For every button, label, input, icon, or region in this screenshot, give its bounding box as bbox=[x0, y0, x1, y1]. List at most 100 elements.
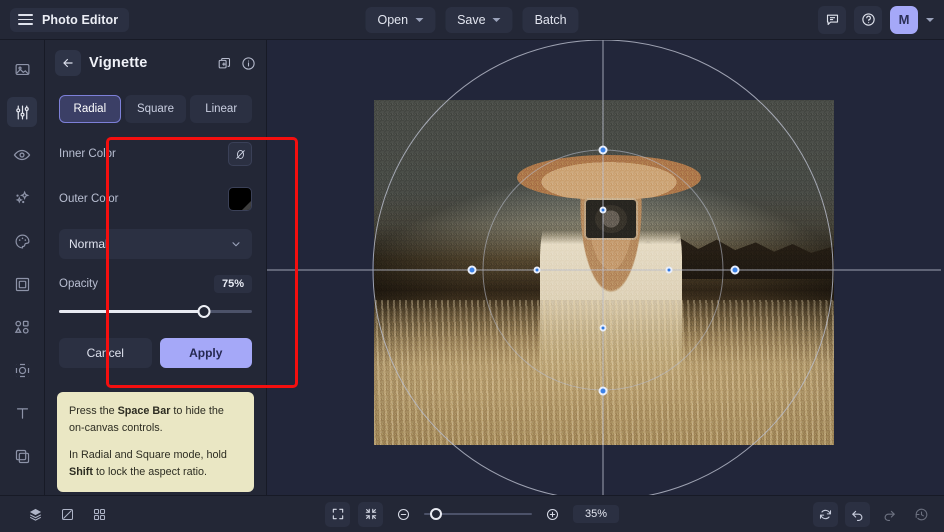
tip-line-2: In Radial and Square mode, hold Shift to… bbox=[69, 447, 242, 480]
mode-linear-button[interactable]: Linear bbox=[190, 95, 252, 123]
zoom-slider[interactable] bbox=[424, 507, 532, 521]
layers-icon bbox=[28, 507, 43, 522]
sidebar-item-color[interactable] bbox=[7, 226, 37, 256]
inner-bottom-handle[interactable] bbox=[600, 325, 607, 332]
compare-button[interactable] bbox=[55, 502, 80, 527]
chevron-down-icon bbox=[493, 18, 501, 22]
photo-editor-window: Photo Editor Open Save Batch bbox=[0, 0, 944, 532]
open-button[interactable]: Open bbox=[365, 7, 435, 33]
editor-body: Vignette bbox=[0, 40, 944, 495]
sidebar-item-eye[interactable] bbox=[7, 140, 37, 170]
undo-icon bbox=[850, 507, 865, 522]
zoom-level-value[interactable]: 35% bbox=[573, 505, 619, 523]
inner-right-handle[interactable] bbox=[666, 267, 673, 274]
sparkles-icon bbox=[14, 190, 31, 207]
help-circle-icon bbox=[861, 12, 876, 27]
fit-screen-button[interactable] bbox=[325, 502, 350, 527]
tip-box: Press the Space Bar to hide the on-canva… bbox=[57, 392, 254, 492]
opacity-slider[interactable] bbox=[59, 304, 252, 318]
fit-content-button[interactable] bbox=[358, 502, 383, 527]
zoom-controls: 35% bbox=[325, 502, 619, 527]
eye-icon bbox=[13, 146, 31, 164]
outer-left-handle[interactable] bbox=[468, 266, 477, 275]
opacity-slider-thumb[interactable] bbox=[197, 305, 210, 318]
sidebar-item-shapes[interactable] bbox=[7, 312, 37, 342]
save-button[interactable]: Save bbox=[445, 7, 513, 33]
center-handle[interactable] bbox=[600, 207, 607, 214]
redo-button[interactable] bbox=[877, 502, 902, 527]
sidebar-item-image[interactable] bbox=[7, 54, 37, 84]
layers-button[interactable] bbox=[23, 502, 48, 527]
opacity-slider-fill bbox=[59, 310, 204, 313]
redo-icon bbox=[882, 507, 897, 522]
chevron-down-icon bbox=[415, 18, 423, 22]
save-label: Save bbox=[457, 13, 486, 27]
canvas-area[interactable] bbox=[267, 40, 944, 495]
outer-color-swatch[interactable] bbox=[228, 187, 252, 211]
inner-color-label: Inner Color bbox=[59, 148, 116, 160]
sidebar-item-frame[interactable] bbox=[7, 269, 37, 299]
app-title: Photo Editor bbox=[42, 13, 118, 27]
info-icon bbox=[241, 56, 256, 71]
duplicate-button[interactable] bbox=[217, 56, 232, 71]
cancel-button[interactable]: Cancel bbox=[59, 338, 152, 368]
sidebar-item-adjust[interactable] bbox=[7, 97, 37, 127]
zoom-in-button[interactable] bbox=[540, 502, 565, 527]
top-toolbar: Photo Editor Open Save Batch bbox=[0, 0, 944, 40]
no-color-icon bbox=[234, 148, 247, 161]
inner-color-swatch[interactable] bbox=[228, 142, 252, 166]
tip-2-after: to lock the aspect ratio. bbox=[93, 466, 207, 478]
avatar[interactable]: M bbox=[890, 6, 918, 34]
tip-2-before: In Radial and Square mode, hold bbox=[69, 449, 227, 461]
chat-icon bbox=[825, 12, 840, 27]
duplicate-icon bbox=[217, 56, 232, 71]
page-title: Vignette bbox=[89, 55, 148, 71]
arrow-left-icon bbox=[61, 56, 75, 70]
open-label: Open bbox=[377, 13, 408, 27]
blend-mode-value: Normal bbox=[69, 237, 108, 251]
feedback-button[interactable] bbox=[818, 6, 846, 34]
panel-header: Vignette bbox=[45, 40, 266, 86]
batch-button[interactable]: Batch bbox=[523, 7, 579, 33]
vignette-controls: Radial Square Linear Inner Color Outer C… bbox=[45, 86, 266, 368]
history-button[interactable] bbox=[909, 502, 934, 527]
vignette-icon bbox=[14, 362, 31, 379]
outer-top-handle[interactable] bbox=[599, 146, 608, 155]
grid-button[interactable] bbox=[87, 502, 112, 527]
frame-icon bbox=[14, 276, 31, 293]
opacity-value[interactable]: 75% bbox=[214, 275, 252, 293]
undo-button[interactable] bbox=[845, 502, 870, 527]
grid-icon bbox=[92, 507, 107, 522]
app-menu-button[interactable]: Photo Editor bbox=[10, 8, 129, 32]
info-button[interactable] bbox=[241, 56, 256, 71]
tip-1-before: Press the bbox=[69, 405, 118, 417]
top-actions: Open Save Batch bbox=[365, 7, 578, 33]
sliders-icon bbox=[14, 104, 31, 121]
mode-radial-button[interactable]: Radial bbox=[59, 95, 121, 123]
sidebar-item-layers[interactable] bbox=[7, 441, 37, 471]
sidebar-item-vignette[interactable] bbox=[7, 355, 37, 385]
sidebar-item-text[interactable] bbox=[7, 398, 37, 428]
shapes-icon bbox=[13, 318, 31, 336]
zoom-slider-thumb[interactable] bbox=[430, 508, 442, 520]
blend-mode-select[interactable]: Normal bbox=[59, 229, 252, 259]
bottom-left-tools bbox=[23, 502, 112, 527]
mode-square-button[interactable]: Square bbox=[125, 95, 187, 123]
apply-button[interactable]: Apply bbox=[160, 338, 253, 368]
tool-rail bbox=[0, 40, 45, 495]
outer-bottom-handle[interactable] bbox=[599, 387, 608, 396]
back-button[interactable] bbox=[55, 50, 81, 76]
help-button[interactable] bbox=[854, 6, 882, 34]
outer-right-handle[interactable] bbox=[731, 266, 740, 275]
reset-button[interactable] bbox=[813, 502, 838, 527]
batch-label: Batch bbox=[535, 13, 567, 27]
inner-left-handle[interactable] bbox=[534, 267, 541, 274]
text-icon bbox=[14, 405, 31, 422]
tip-1-bold: Space Bar bbox=[118, 405, 171, 417]
sidebar-item-enhance[interactable] bbox=[7, 183, 37, 213]
tip-2-bold: Shift bbox=[69, 466, 93, 478]
opacity-label: Opacity bbox=[59, 278, 98, 290]
account-chevron-down-icon[interactable] bbox=[926, 18, 934, 22]
zoom-out-button[interactable] bbox=[391, 502, 416, 527]
plus-circle-icon bbox=[545, 507, 560, 522]
